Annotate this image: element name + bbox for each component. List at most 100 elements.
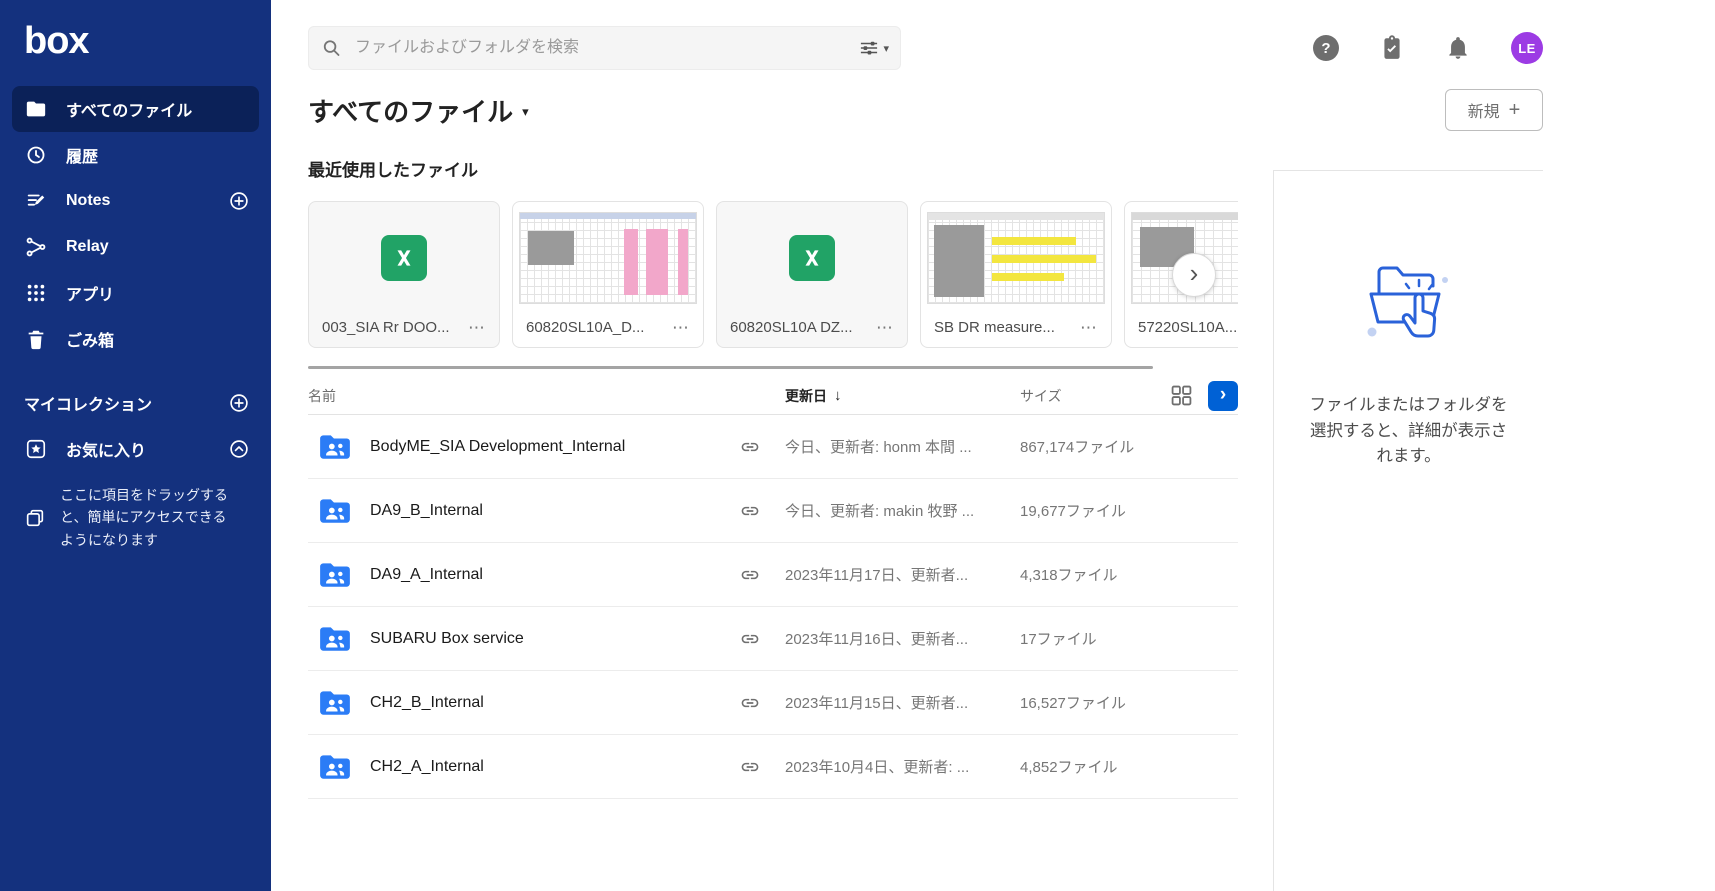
carousel-next-button[interactable]: › (1172, 253, 1216, 297)
account-avatar[interactable]: LE (1511, 32, 1543, 64)
sidebar-item-label: 履歴 (66, 149, 99, 166)
sidebar-item-notes[interactable]: Notes (0, 178, 271, 224)
clipboard-check-icon (1384, 35, 1400, 59)
recent-files-heading: 最近使用したファイル (308, 161, 478, 180)
bell-icon (1449, 37, 1467, 59)
folder-name-link[interactable]: BodyME_SIA Development_Internal (370, 438, 740, 456)
table-row[interactable]: BodyME_SIA Development_Internal 今日、更新者: … (308, 415, 1238, 479)
size-cell: 4,852ファイル (1020, 759, 1118, 776)
sidebar-nav: すべてのファイル 履歴 Notes Relay アプリ ごみ箱 マイコレクション… (0, 86, 271, 551)
tasks-button[interactable] (1379, 35, 1405, 61)
excel-file-icon (789, 234, 835, 281)
shared-folder-icon (318, 752, 352, 782)
notes-icon (24, 189, 48, 213)
recent-file-card[interactable]: 60820SL10A DZ... ⋯ (716, 201, 908, 348)
sidebar-item-label: Notes (66, 192, 111, 209)
table-row[interactable]: DA9_A_Internal 2023年11月17日、更新者... 4,318フ… (308, 543, 1238, 607)
favorites-star-icon (24, 437, 48, 461)
sidebar-collections-header[interactable]: マイコレクション (0, 380, 271, 426)
collapse-favorites-button[interactable] (227, 437, 251, 461)
column-header-updated-label: 更新日 (785, 387, 827, 404)
notifications-button[interactable] (1445, 35, 1471, 61)
sidebar-item-all-files[interactable]: すべてのファイル (12, 86, 259, 132)
table-row[interactable]: SUBARU Box service 2023年11月16日、更新者... 17… (308, 607, 1238, 671)
column-header-name[interactable]: 名前 (308, 386, 780, 406)
search-filter-button[interactable]: ▾ (860, 40, 889, 56)
add-note-button[interactable] (227, 189, 251, 213)
file-thumbnail (717, 202, 907, 307)
plus-icon: + (1508, 99, 1521, 121)
help-button[interactable]: ? (1313, 35, 1339, 61)
carousel-scrollbar[interactable] (308, 366, 1153, 369)
shared-link-icon (740, 501, 780, 521)
sidebar-item-apps[interactable]: アプリ (0, 270, 271, 316)
folder-name-link[interactable]: DA9_B_Internal (370, 502, 740, 520)
file-thumbnail (921, 202, 1111, 307)
trash-icon (24, 327, 48, 351)
column-header-updated[interactable]: 更新日 ↓ (780, 386, 1015, 406)
sidebar-item-favorites[interactable]: お気に入り (0, 426, 271, 472)
content-body: 最近使用したファイル 003_SIA Rr DOO... ⋯ 60820SL10… (271, 132, 1715, 891)
favorites-drag-hint: ここに項目をドラッグすると、簡単にアクセスできるようになります (0, 472, 271, 551)
new-button[interactable]: 新規 + (1445, 89, 1543, 131)
details-empty-message: ファイルまたはフォルダを選択すると、詳細が表示されます。 (1309, 396, 1508, 466)
updated-cell: 今日、更新者: makin 牧野 ... (785, 503, 975, 520)
recent-file-card[interactable]: SB DR measure... ⋯ (920, 201, 1112, 348)
title-caret-icon: ▾ (522, 104, 529, 119)
recent-file-card[interactable]: 003_SIA Rr DOO... ⋯ (308, 201, 500, 348)
more-options-button[interactable]: ⋯ (463, 319, 491, 336)
table-row[interactable]: CH2_A_Internal 2023年10月4日、更新者: ... 4,852… (308, 735, 1238, 799)
file-name: 60820SL10A DZ... (730, 318, 853, 336)
collections-header-label: マイコレクション (24, 397, 153, 414)
sidebar-item-label: Relay (66, 238, 109, 255)
shared-link-icon (740, 565, 780, 585)
grid-view-button[interactable] (1171, 385, 1192, 406)
table-row[interactable]: DA9_B_Internal 今日、更新者: makin 牧野 ... 19,6… (308, 479, 1238, 543)
page-title-dropdown[interactable]: すべてのファイル ▾ (308, 92, 529, 129)
sidebar-item-relay[interactable]: Relay (0, 224, 271, 270)
shared-link-icon (740, 757, 780, 777)
filter-sliders-icon (861, 41, 878, 55)
folder-name-link[interactable]: DA9_A_Internal (370, 566, 740, 584)
sidebar-item-trash[interactable]: ごみ箱 (0, 316, 271, 362)
shared-folder-icon (318, 560, 352, 590)
add-collection-button[interactable] (227, 391, 251, 415)
folder-name-link[interactable]: CH2_A_Internal (370, 758, 740, 776)
search-input[interactable] (308, 26, 901, 70)
topbar-actions: ? LE (1313, 32, 1543, 64)
sidebar-item-history[interactable]: 履歴 (0, 132, 271, 178)
file-thumbnail (309, 202, 499, 307)
folder-name-link[interactable]: SUBARU Box service (370, 630, 740, 648)
excel-file-icon (381, 234, 427, 281)
file-name: 003_SIA Rr DOO... (322, 318, 450, 336)
folder-name-link[interactable]: CH2_B_Internal (370, 694, 740, 712)
file-list: BodyME_SIA Development_Internal 今日、更新者: … (308, 415, 1238, 799)
shared-link-icon (740, 629, 780, 649)
details-panel-toggle-button[interactable]: › (1208, 380, 1238, 411)
updated-cell: 2023年11月16日、更新者... (785, 631, 969, 648)
shared-link-icon (740, 437, 780, 457)
file-browser: 最近使用したファイル 003_SIA Rr DOO... ⋯ 60820SL10… (308, 132, 1238, 891)
more-options-button[interactable]: ⋯ (667, 319, 695, 336)
more-options-button[interactable]: ⋯ (871, 319, 899, 336)
clock-icon (24, 143, 48, 167)
file-list-header: 名前 更新日 ↓ サイズ › (308, 377, 1238, 415)
apps-grid-icon (24, 281, 48, 305)
page-header: すべてのファイル ▾ 新規 + (271, 88, 1715, 132)
box-logo: box (24, 20, 90, 62)
sidebar: box すべてのファイル 履歴 Notes Relay アプリ ごみ箱 マイコレ… (0, 0, 271, 891)
chevron-right-icon: › (1219, 383, 1227, 405)
select-file-illustration (1357, 256, 1461, 353)
new-button-label: 新規 (1467, 104, 1500, 121)
sort-descending-icon: ↓ (834, 387, 842, 404)
file-name: 60820SL10A_D... (526, 318, 645, 336)
recent-file-card[interactable]: 60820SL10A_D... ⋯ (512, 201, 704, 348)
more-options-button[interactable]: ⋯ (1075, 319, 1103, 336)
sidebar-item-label: すべてのファイル (66, 103, 193, 120)
details-panel: ファイルまたはフォルダを選択すると、詳細が表示されます。 (1273, 170, 1543, 891)
column-header-size[interactable]: サイズ (1015, 386, 1165, 406)
shared-folder-icon (318, 688, 352, 718)
file-name: SB DR measure... (934, 318, 1055, 336)
table-row[interactable]: CH2_B_Internal 2023年11月15日、更新者... 16,527… (308, 671, 1238, 735)
filter-caret-icon: ▾ (883, 42, 889, 55)
